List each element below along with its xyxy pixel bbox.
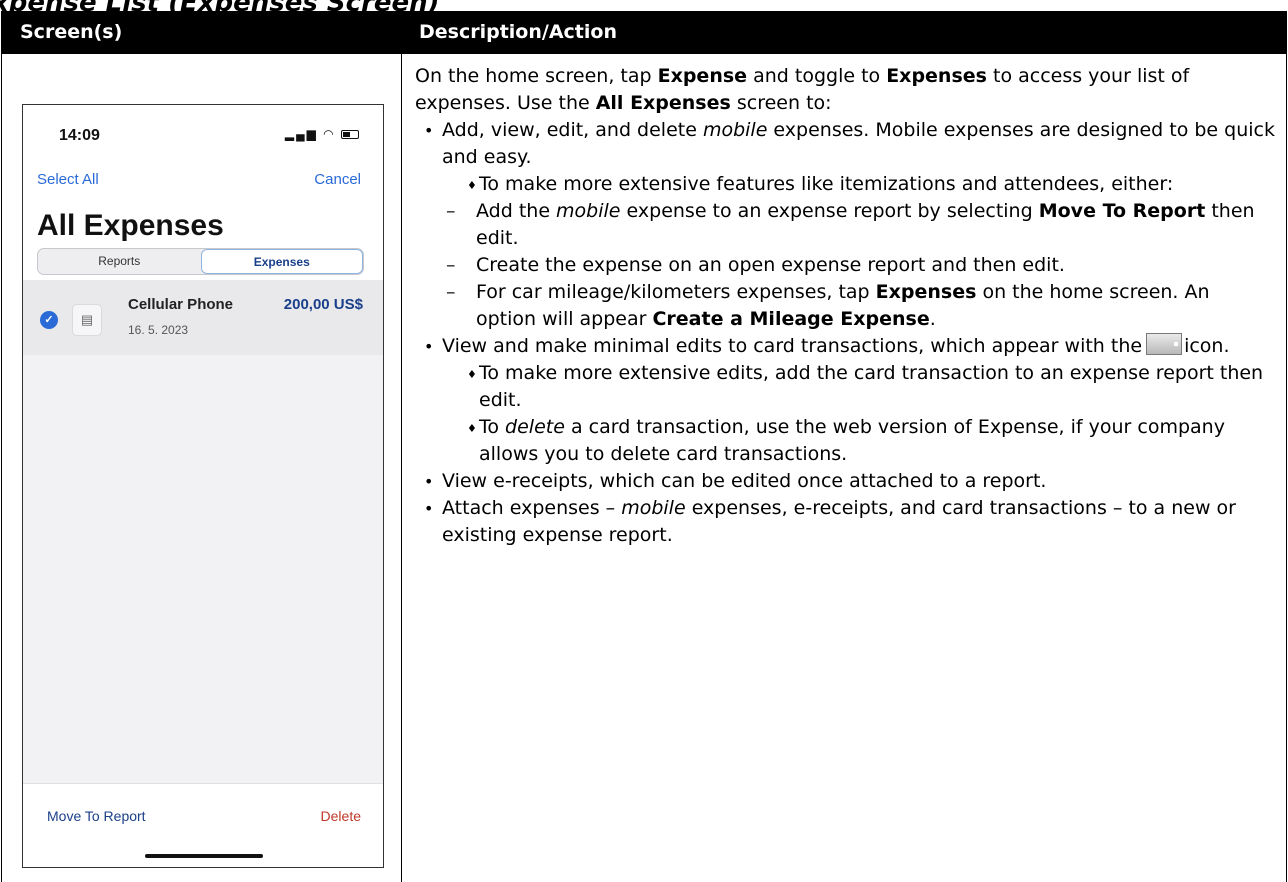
card-icon	[1146, 333, 1183, 355]
bottom-toolbar: Move To Report Delete	[23, 783, 383, 867]
list-item: Add the mobile expense to an expense rep…	[415, 198, 1275, 252]
list-item: To delete a card transaction, use the we…	[415, 414, 1275, 468]
header-screens: Screen(s)	[20, 21, 123, 43]
header-description: Description/Action	[419, 21, 617, 43]
tab-expenses[interactable]: Expenses	[200, 249, 363, 274]
expense-list-item[interactable]: ✓ ▤ Cellular Phone 16. 5. 2023 200,00 US…	[23, 280, 383, 355]
signal-icon: ▂▄▆	[284, 127, 318, 141]
battery-icon	[341, 130, 359, 139]
intro-paragraph: On the home screen, tap Expense and togg…	[415, 65, 1190, 114]
expense-name: Cellular Phone	[128, 296, 234, 313]
list-item: View and make minimal edits to card tran…	[415, 333, 1275, 360]
description-cell: On the home screen, tap Expense and togg…	[415, 63, 1275, 549]
instruction-table: Screen(s) Description/Action 14:09 ▂▄▆ ◠…	[1, 11, 1287, 882]
checkmark-icon[interactable]: ✓	[40, 311, 58, 329]
select-all-button[interactable]: Select All	[37, 171, 99, 188]
status-time: 14:09	[59, 127, 100, 144]
list-item: Create the expense on an open expense re…	[415, 252, 1275, 279]
segment-control: Reports Expenses	[37, 248, 364, 275]
cancel-button[interactable]: Cancel	[314, 171, 361, 188]
list-item: Attach expenses – mobile expenses, e-rec…	[415, 495, 1275, 549]
page-title: All Expenses	[37, 209, 224, 242]
table-header: Screen(s) Description/Action	[2, 11, 1286, 54]
home-indicator	[145, 854, 263, 858]
list-item: For car mileage/kilometers expenses, tap…	[415, 279, 1275, 333]
list-item: To make more extensive features like ite…	[415, 171, 1275, 199]
column-divider	[401, 54, 402, 882]
list-item: Add, view, edit, and delete mobile expen…	[415, 117, 1275, 171]
wifi-icon: ◠	[323, 127, 336, 141]
move-to-report-button[interactable]: Move To Report	[47, 808, 146, 824]
expense-amount: 200,00 US$	[283, 296, 363, 313]
tab-reports[interactable]: Reports	[38, 249, 201, 274]
phone-screenshot: 14:09 ▂▄▆ ◠ Select All Cancel All Expens…	[22, 104, 384, 868]
delete-button[interactable]: Delete	[321, 808, 361, 824]
receipt-icon: ▤	[72, 304, 102, 336]
list-item: View e-receipts, which can be edited onc…	[415, 468, 1275, 495]
list-item: To make more extensive edits, add the ca…	[415, 360, 1275, 414]
status-icons: ▂▄▆ ◠	[285, 127, 359, 141]
expense-date: 16. 5. 2023	[128, 323, 189, 337]
